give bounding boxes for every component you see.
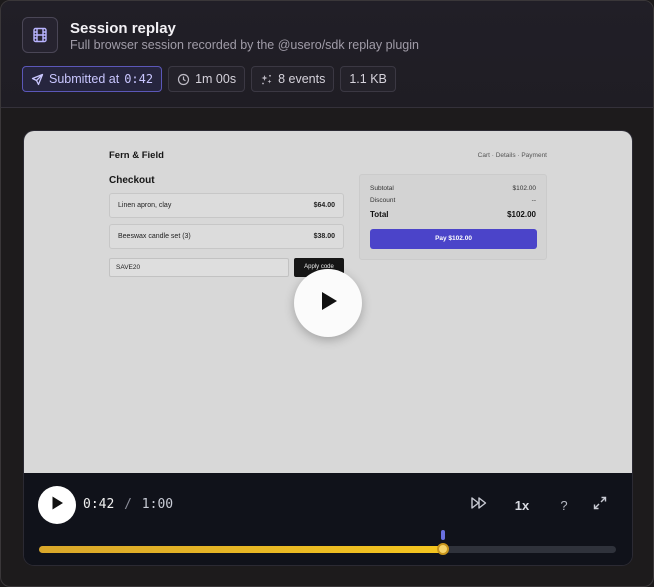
size-value: 1.1 KB	[349, 72, 387, 86]
replay-viewport[interactable]: Fern & Field Cart · Details · Payment Ch…	[24, 131, 632, 473]
fullscreen-button[interactable]	[586, 491, 614, 519]
current-time: 0:42	[83, 497, 115, 512]
panel-subtitle: Full browser session recorded by the @us…	[70, 38, 419, 52]
size-chip: 1.1 KB	[340, 66, 396, 92]
clock-icon	[177, 73, 190, 86]
scrubber-handle[interactable]	[436, 543, 449, 555]
replay-checkout-steps: Cart · Details · Payment	[477, 152, 547, 159]
expand-icon	[593, 496, 607, 515]
subtotal-value: $102.00	[512, 185, 537, 192]
subtotal-label: Subtotal	[370, 185, 394, 192]
event-marker[interactable]	[440, 530, 445, 540]
shortcuts-help-button[interactable]: ?	[550, 491, 578, 519]
submitted-at-chip[interactable]: Submitted at 0:42	[22, 66, 163, 92]
play-icon	[316, 289, 340, 318]
panel-header: Session replay Full browser session reco…	[1, 1, 653, 108]
skip-forward-button[interactable]	[465, 491, 493, 519]
replay-cart-item: Linen apron, clay $64.00	[109, 193, 344, 218]
duration-value: 1m 00s	[195, 72, 237, 86]
overlay-play-button[interactable]	[294, 269, 362, 337]
film-icon	[22, 17, 58, 53]
total-value: $102.00	[507, 210, 536, 219]
progress-track[interactable]	[39, 530, 616, 555]
play-button[interactable]	[38, 486, 76, 524]
session-replay-panel: Session replay Full browser session reco…	[0, 0, 654, 587]
replay-cart-item: Beeswax candle set (3) $38.00	[109, 224, 344, 249]
time-separator: /	[124, 497, 132, 512]
events-count: 8 events	[278, 72, 326, 86]
discount-value: --	[531, 197, 536, 204]
replay-order-summary: Subtotal $102.00 Discount -- Total $102.…	[359, 174, 547, 260]
replay-promo-input: SAVE20	[109, 258, 289, 277]
send-icon	[31, 73, 44, 86]
item-price: $38.00	[313, 233, 335, 240]
replay-player: Fern & Field Cart · Details · Payment Ch…	[24, 131, 632, 565]
time-readout: 0:42 / 1:00	[83, 497, 173, 512]
replay-brand: Fern & Field	[109, 150, 164, 161]
events-chip: 8 events	[251, 66, 335, 92]
replay-checkout-heading: Checkout	[109, 175, 155, 186]
sparkle-icon	[260, 73, 273, 86]
summary-discount-row: Discount --	[370, 197, 536, 204]
submitted-label: Submitted at	[49, 72, 120, 86]
summary-subtotal-row: Subtotal $102.00	[370, 185, 536, 192]
summary-total-row: Total $102.00	[370, 210, 536, 219]
item-price: $64.00	[313, 202, 335, 209]
playback-speed-button[interactable]: 1x	[508, 491, 536, 519]
progress-fill	[39, 546, 443, 553]
meta-chips: Submitted at 0:42 1m 00s 8 events 1.1 KB	[22, 66, 396, 92]
fast-forward-icon	[470, 496, 488, 515]
item-name: Linen apron, clay	[118, 202, 172, 209]
panel-title: Session replay	[70, 20, 176, 37]
total-duration: 1:00	[141, 497, 174, 512]
play-icon	[49, 495, 65, 516]
submitted-time: 0:42	[124, 72, 154, 86]
duration-chip: 1m 00s	[168, 66, 246, 92]
total-label: Total	[370, 210, 389, 219]
item-name: Beeswax candle set (3)	[118, 233, 191, 240]
playback-controls: 0:42 / 1:00 1x ?	[24, 473, 632, 565]
discount-label: Discount	[370, 197, 396, 204]
replay-pay-button: Pay $102.00	[370, 229, 537, 249]
